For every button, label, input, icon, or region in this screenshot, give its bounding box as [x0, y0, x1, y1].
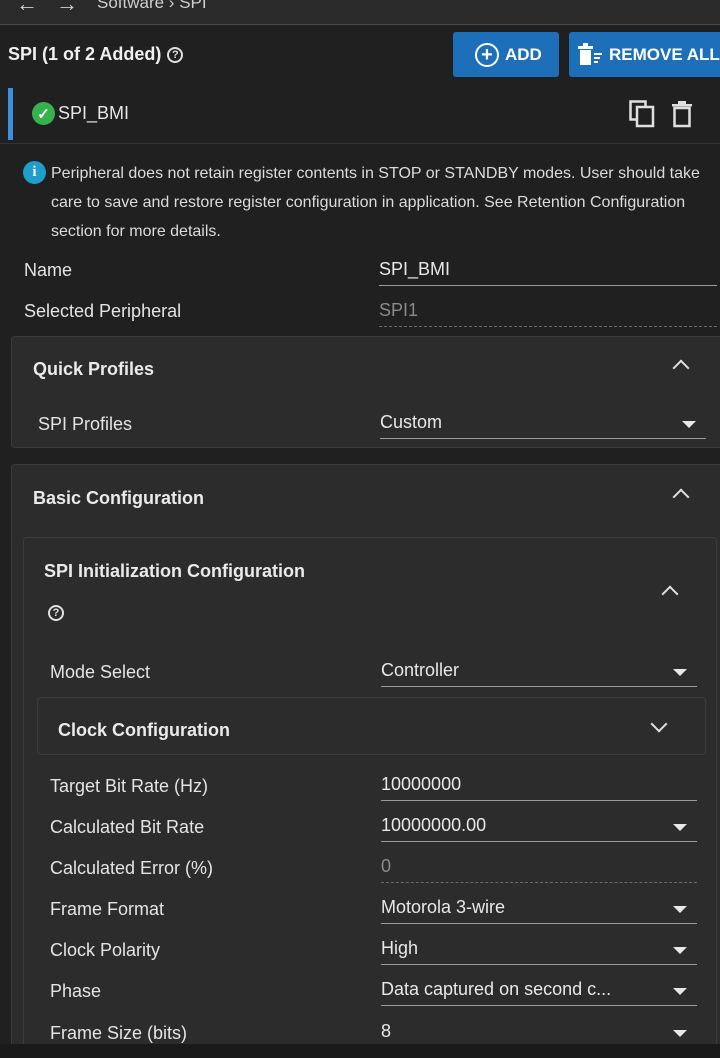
bottom-status-bar — [0, 1044, 720, 1058]
add-circle-icon: + — [475, 42, 499, 67]
basic-configuration-title: Basic Configuration — [33, 488, 205, 508]
dropdown-arrow-icon — [673, 1030, 687, 1037]
clock-configuration-title: Clock Configuration — [58, 720, 230, 740]
clock-polarity-label: Clock Polarity — [50, 940, 161, 960]
remove-all-button-label: REMOVE ALL — [609, 44, 720, 64]
phase-value: Data captured on second c... — [381, 979, 612, 999]
instance-name: SPI_BMI — [58, 103, 130, 123]
phase-label: Phase — [50, 981, 102, 1001]
collapse-chevron-icon[interactable] — [672, 488, 690, 506]
dropdown-arrow-icon — [673, 906, 687, 913]
target-bit-rate-label: Target Bit Rate (Hz) — [50, 776, 209, 796]
dropdown-arrow-icon — [673, 669, 687, 676]
collapse-chevron-icon[interactable] — [661, 585, 679, 603]
name-label: Name — [24, 260, 73, 280]
top-nav-bar: ← → Software › SPI — [0, 0, 720, 25]
page-header: SPI (1 of 2 Added) ? + ADD REMOVE ALL — [0, 25, 720, 85]
selected-peripheral-label: Selected Peripheral — [24, 301, 182, 321]
quick-profiles-panel: Quick Profiles SPI Profiles Custom — [11, 336, 720, 448]
calculated-bit-rate-label: Calculated Bit Rate — [50, 817, 205, 837]
instance-row[interactable]: ✓ SPI_BMI — [0, 86, 720, 144]
dropdown-arrow-icon — [673, 824, 687, 831]
dropdown-arrow-icon — [673, 988, 687, 995]
back-arrow-icon[interactable]: ← — [16, 0, 38, 17]
spi-profiles-select[interactable]: Custom — [380, 409, 706, 439]
basic-configuration-panel: Basic Configuration SPI Initialization C… — [11, 464, 720, 1058]
spi-profiles-label: SPI Profiles — [38, 414, 133, 434]
info-icon: i — [23, 161, 46, 184]
expand-chevron-icon[interactable] — [650, 715, 668, 733]
add-button-label: ADD — [505, 44, 542, 64]
frame-format-value: Motorola 3-wire — [381, 897, 506, 917]
mode-select-label: Mode Select — [50, 662, 151, 682]
retention-info-message: i Peripheral does not retain register co… — [23, 159, 703, 246]
quick-profiles-title: Quick Profiles — [33, 359, 155, 379]
clock-polarity-value: High — [381, 938, 419, 958]
dropdown-arrow-icon — [673, 947, 687, 954]
page-title: SPI (1 of 2 Added) ? — [8, 44, 184, 65]
help-icon[interactable]: ? — [167, 46, 184, 63]
remove-all-icon — [578, 42, 602, 65]
clock-configuration-section[interactable]: Clock Configuration — [37, 697, 706, 755]
frame-format-label: Frame Format — [50, 899, 165, 919]
calculated-error-field: 0 — [381, 853, 697, 883]
selected-peripheral-field: SPI1 — [379, 297, 717, 327]
spi-init-configuration-panel: SPI Initialization Configuration ? Mode … — [23, 537, 717, 1058]
info-text: Peripheral does not retain register cont… — [51, 165, 700, 240]
name-field[interactable]: SPI_BMI — [379, 256, 717, 286]
delete-icon[interactable] — [671, 100, 693, 128]
frame-size-value: 8 — [381, 1021, 392, 1041]
check-circle-icon: ✓ — [32, 102, 55, 125]
mode-select-value: Controller — [381, 660, 460, 680]
phase-select[interactable]: Data captured on second c... — [381, 976, 697, 1006]
frame-format-select[interactable]: Motorola 3-wire — [381, 894, 697, 924]
spi-profiles-value: Custom — [380, 412, 443, 432]
forward-arrow-icon[interactable]: → — [56, 0, 78, 17]
collapse-chevron-icon[interactable] — [672, 359, 690, 377]
help-icon[interactable]: ? — [48, 605, 64, 621]
selected-indicator — [8, 88, 13, 140]
frame-size-label: Frame Size (bits) — [50, 1023, 188, 1043]
dropdown-arrow-icon — [682, 421, 696, 428]
add-button[interactable]: + ADD — [453, 32, 559, 77]
calculated-bit-rate-value: 10000000.00 — [381, 815, 487, 835]
calculated-bit-rate-select[interactable]: 10000000.00 — [381, 812, 697, 842]
spi-init-title: SPI Initialization Configuration — [44, 561, 305, 581]
remove-all-button[interactable]: REMOVE ALL — [569, 32, 720, 77]
breadcrumb[interactable]: Software › SPI — [97, 0, 207, 13]
target-bit-rate-field[interactable]: 10000000 — [381, 771, 697, 801]
copy-icon[interactable] — [629, 100, 655, 128]
page-title-text: SPI (1 of 2 Added) — [8, 44, 162, 64]
clock-polarity-select[interactable]: High — [381, 935, 697, 965]
calculated-error-label: Calculated Error (%) — [50, 858, 214, 878]
mode-select-dropdown[interactable]: Controller — [381, 657, 697, 687]
